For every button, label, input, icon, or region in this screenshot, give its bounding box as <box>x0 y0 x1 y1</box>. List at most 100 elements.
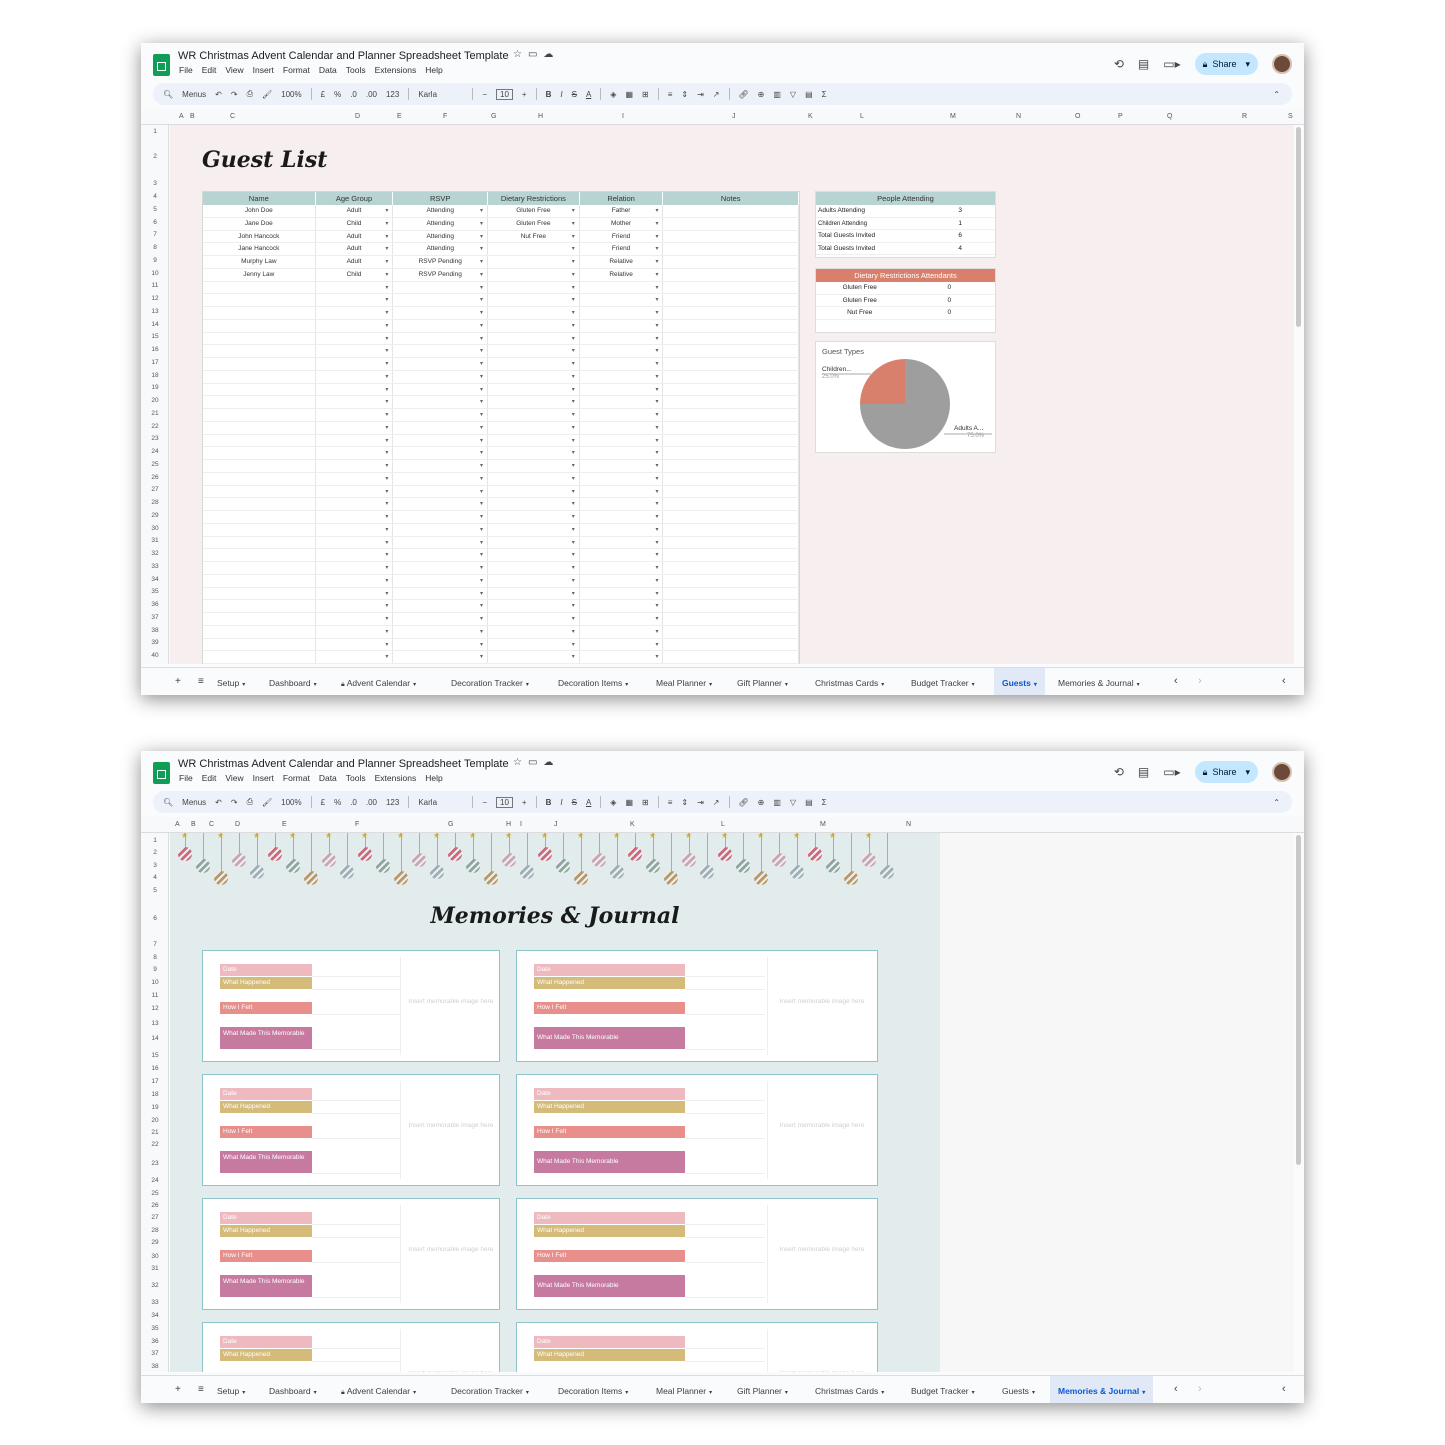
row-header[interactable]: 13 <box>141 1020 169 1027</box>
table-cell[interactable] <box>580 434 664 447</box>
table-cell[interactable] <box>316 396 394 408</box>
table-cell[interactable] <box>580 549 664 561</box>
table-cell[interactable] <box>580 383 664 396</box>
table-cell[interactable]: John Doe <box>203 205 316 217</box>
table-cell[interactable] <box>488 319 580 332</box>
table-cell[interactable] <box>580 625 664 638</box>
table-cell[interactable] <box>393 523 489 536</box>
fill-color-icon[interactable]: ◈ <box>610 90 616 99</box>
menu-file[interactable]: File <box>179 65 193 75</box>
meet-icon[interactable]: ▭▸ <box>1163 57 1180 71</box>
journal-input-line[interactable] <box>685 1297 765 1298</box>
image-placeholder[interactable]: Insert memorable image here <box>772 1245 872 1254</box>
chevron-down-icon[interactable]: ▾ <box>881 682 884 688</box>
tab-budget-tracker[interactable]: Budget Tracker ▾ <box>911 1386 975 1396</box>
table-cell[interactable] <box>393 511 489 523</box>
table-cell[interactable] <box>316 472 394 485</box>
table-cell[interactable] <box>203 651 316 663</box>
table-cell[interactable] <box>393 383 489 396</box>
column-header[interactable]: A <box>179 113 184 120</box>
table-cell[interactable] <box>393 485 489 498</box>
menu-insert[interactable]: Insert <box>253 773 274 783</box>
journal-input-line[interactable] <box>685 976 765 977</box>
row-header[interactable]: 14 <box>141 1035 169 1042</box>
table-cell[interactable] <box>393 498 489 510</box>
table-cell[interactable]: Murphy Law <box>203 256 316 268</box>
align-icon[interactable]: ≡ <box>668 798 673 807</box>
row-header[interactable]: 26 <box>141 1202 169 1209</box>
table-cell[interactable]: Gluten Free <box>488 217 580 230</box>
chevron-down-icon[interactable]: ▾ <box>625 1390 628 1396</box>
comment-icon[interactable]: ▤ <box>1138 57 1149 71</box>
row-header[interactable]: 7 <box>141 231 169 238</box>
star-icon[interactable]: ☆ <box>513 757 528 768</box>
table-cell[interactable] <box>663 332 799 345</box>
row-header[interactable]: 8 <box>141 244 169 251</box>
paint-format-icon[interactable]: 🖌︎ <box>262 90 272 99</box>
redo-icon[interactable]: ↷ <box>231 90 238 99</box>
journal-input-line[interactable] <box>312 1348 400 1349</box>
row-header[interactable]: 17 <box>141 359 169 366</box>
table-cell[interactable] <box>488 268 580 281</box>
table-cell[interactable] <box>393 625 489 638</box>
column-header[interactable]: O <box>1075 113 1080 120</box>
journal-input-line[interactable] <box>312 1237 400 1238</box>
journal-input-line[interactable] <box>685 1100 765 1101</box>
table-cell[interactable] <box>393 358 489 370</box>
table-cell[interactable] <box>203 613 316 625</box>
table-cell[interactable] <box>488 574 580 587</box>
table-cell[interactable] <box>663 511 799 523</box>
decimal-increase-button[interactable]: .00 <box>366 90 377 99</box>
table-cell[interactable] <box>488 498 580 510</box>
table-cell[interactable] <box>393 549 489 561</box>
filter-icon[interactable]: ▽ <box>790 798 796 807</box>
chevron-down-icon[interactable]: ▾ <box>526 1390 529 1396</box>
filter-views-icon[interactable]: ▤ <box>805 798 813 807</box>
table-cell[interactable]: Jane Doe <box>203 217 316 230</box>
align-icon[interactable]: ≡ <box>668 90 673 99</box>
italic-button[interactable]: I <box>560 90 562 99</box>
image-placeholder[interactable]: Insert memorable image here <box>772 1369 872 1372</box>
column-header[interactable]: C <box>230 113 235 120</box>
table-cell[interactable]: Adult <box>316 205 394 217</box>
row-header[interactable]: 1 <box>141 128 169 135</box>
table-cell[interactable] <box>393 370 489 383</box>
menu-view[interactable]: View <box>225 773 243 783</box>
table-cell[interactable]: RSVP Pending <box>393 268 489 281</box>
row-header[interactable]: 5 <box>141 206 169 213</box>
table-cell[interactable] <box>488 332 580 345</box>
table-cell[interactable] <box>393 396 489 408</box>
row-header[interactable]: 22 <box>141 423 169 430</box>
table-cell[interactable] <box>663 549 799 561</box>
tabs-scroll-left-icon[interactable]: ‹ <box>1174 675 1178 687</box>
table-cell[interactable] <box>663 281 799 294</box>
tab-advent-calendar[interactable]: 🔒︎ Advent Calendar ▾ <box>341 1386 416 1397</box>
table-cell[interactable] <box>663 638 799 651</box>
document-title[interactable]: WR Christmas Advent Calendar and Planner… <box>178 50 509 62</box>
row-header[interactable]: 38 <box>141 1363 169 1370</box>
table-cell[interactable] <box>393 409 489 421</box>
table-cell[interactable]: Jenny Law <box>203 268 316 281</box>
table-cell[interactable] <box>488 383 580 396</box>
percent-button[interactable]: % <box>334 90 341 99</box>
row-header[interactable]: 35 <box>141 588 169 595</box>
table-cell[interactable] <box>316 460 394 472</box>
column-header[interactable]: F <box>355 821 359 828</box>
sheet-grid[interactable]: ★ ★ ★ ★ ★ ★ ★ ★ ★ ★ ★ ★ ★ ★ ★ ★ ★ ★ ★ ★ Memories & Journal … <box>170 833 1294 1372</box>
table-cell[interactable] <box>393 319 489 332</box>
table-cell[interactable] <box>203 294 316 306</box>
image-placeholder[interactable]: Insert memorable image here <box>403 1245 499 1254</box>
menu-tools[interactable]: Tools <box>346 773 366 783</box>
table-cell[interactable] <box>580 332 664 345</box>
tab-meal-planner[interactable]: Meal Planner ▾ <box>656 678 712 688</box>
table-cell[interactable] <box>488 294 580 306</box>
table-cell[interactable] <box>393 447 489 459</box>
search-icon[interactable]: 🔍︎ <box>163 90 173 99</box>
table-cell[interactable] <box>203 485 316 498</box>
menu-insert[interactable]: Insert <box>253 65 274 75</box>
table-cell[interactable] <box>203 549 316 561</box>
table-cell[interactable] <box>488 587 580 600</box>
borders-icon[interactable]: ▦ <box>625 90 633 99</box>
column-header[interactable]: K <box>808 113 813 120</box>
table-cell[interactable] <box>663 256 799 268</box>
